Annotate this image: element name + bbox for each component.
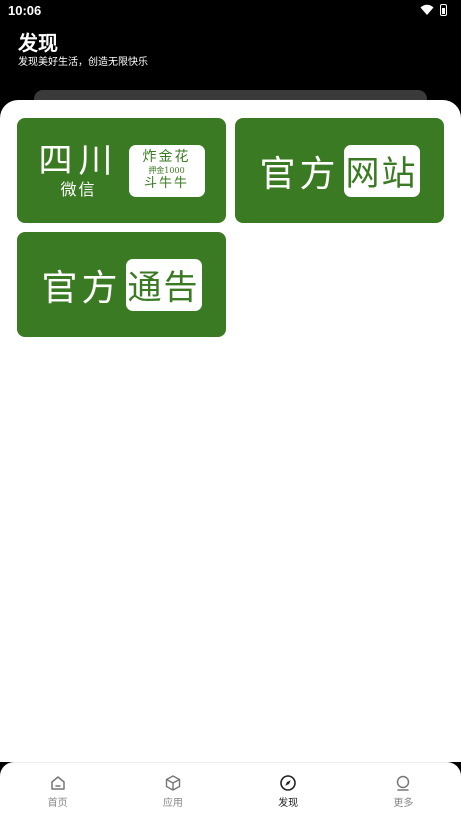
discover-content: 四川 微信 炸金花 押金1000 斗牛牛 官方 网站 官方 通告	[0, 100, 461, 762]
tab-apps[interactable]: 应用	[115, 763, 230, 821]
tile-box-line3: 斗牛牛	[143, 176, 189, 191]
tile-label-box: 通告	[125, 258, 202, 311]
tile-left-text: 四川 微信	[39, 142, 119, 200]
battery-icon	[440, 4, 447, 16]
page-header: 发现 发现美好生活，创造无限快乐	[18, 31, 148, 70]
tile-big-text: 四川	[38, 140, 119, 181]
bottom-tab-bar: 首页 应用 发现 更多	[0, 762, 461, 821]
more-icon	[397, 775, 410, 791]
tile-box-line1: 炸金花	[142, 149, 191, 165]
tab-label: 更多	[393, 798, 414, 809]
tile-label-box: 炸金花 押金1000 斗牛牛	[128, 144, 205, 197]
tile-official-notice[interactable]: 官方 通告	[17, 232, 226, 337]
wifi-icon	[420, 4, 434, 15]
tile-sichuan-wechat[interactable]: 四川 微信 炸金花 押金1000 斗牛牛	[17, 118, 226, 223]
tile-label-box: 网站	[343, 144, 420, 197]
tile-box-line2: 押金1000	[148, 166, 185, 175]
tab-discover[interactable]: 发现	[231, 763, 346, 821]
home-icon	[50, 776, 65, 790]
tab-more[interactable]: 更多	[346, 763, 461, 821]
tile-small-text: 微信	[60, 179, 97, 199]
compass-icon	[280, 775, 296, 791]
page-subtitle: 发现美好生活，创造无限快乐	[18, 57, 148, 68]
status-bar: 10:06	[0, 0, 461, 22]
page-title: 发现	[18, 31, 58, 55]
tile-left-text: 官方	[41, 267, 122, 309]
tab-label: 首页	[47, 798, 68, 809]
tile-left-text: 官方	[259, 153, 340, 195]
tab-home[interactable]: 首页	[0, 763, 115, 821]
tab-label: 发现	[278, 798, 299, 809]
tile-official-website[interactable]: 官方 网站	[235, 118, 444, 223]
tab-label: 应用	[162, 798, 183, 809]
cube-icon	[165, 775, 181, 791]
status-icons	[420, 4, 447, 16]
status-time: 10:06	[8, 3, 42, 18]
